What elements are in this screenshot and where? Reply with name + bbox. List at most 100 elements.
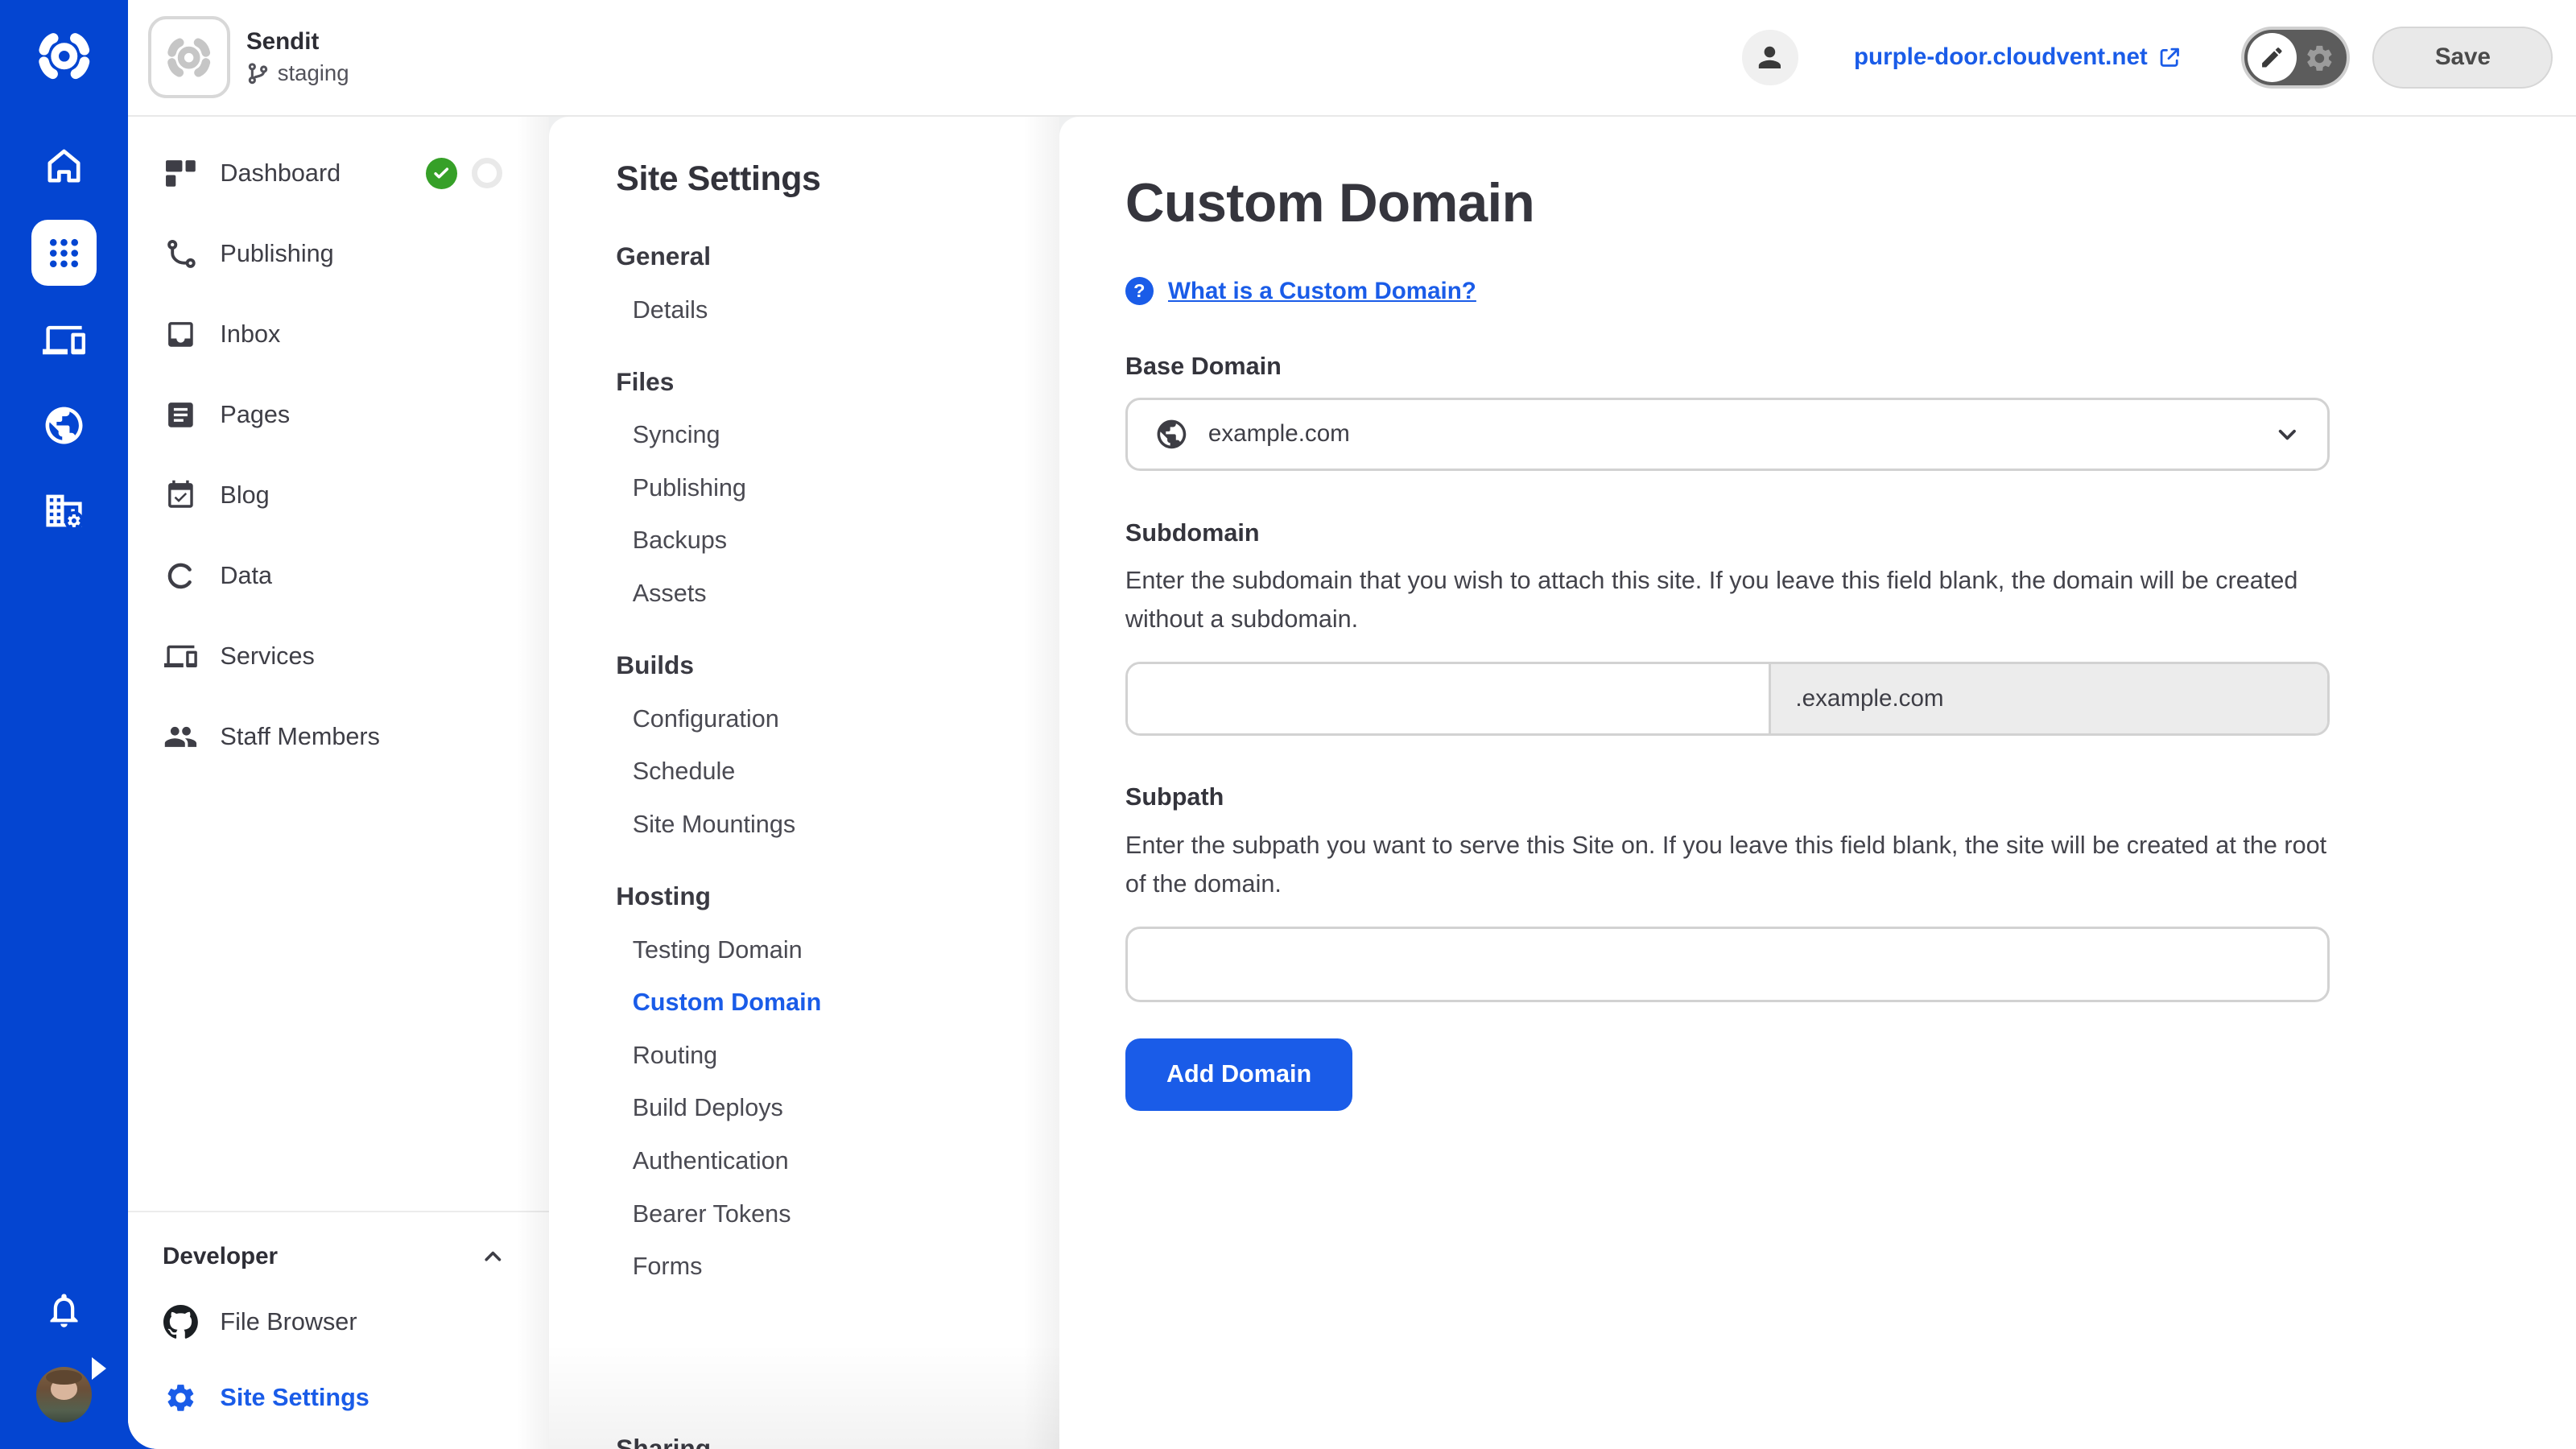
main-panel: Custom Domain ? What is a Custom Domain?… [1059,117,2576,1449]
settings-item-syncing[interactable]: Syncing [616,421,1059,449]
dashboard-status [426,158,503,189]
settings-item-configuration[interactable]: Configuration [616,705,1059,733]
help-link[interactable]: What is a Custom Domain? [1168,278,1476,305]
help-row: ? What is a Custom Domain? [1125,277,2510,305]
gear-icon [163,1381,199,1414]
sidebar-item-data[interactable]: Data [128,535,548,616]
settings-item-details[interactable]: Details [616,296,1059,324]
settings-group-label: General [616,242,1059,271]
sidebar-item-label: Data [220,562,272,590]
sidebar-item-dashboard[interactable]: Dashboard [128,133,548,213]
subdomain-description: Enter the subdomain that you wish to att… [1125,562,2330,639]
sidebar-item-staff-members[interactable]: Staff Members [128,696,548,777]
settings-item-schedule[interactable]: Schedule [616,758,1059,786]
apps-icon[interactable] [31,220,97,286]
subpath-label: Subpath [1125,783,2510,811]
settings-group-label: Hosting [616,881,1059,911]
subdomain-input[interactable] [1128,664,1769,733]
calendar-check-icon [163,479,199,512]
sidebar-item-blog[interactable]: Blog [128,455,548,535]
settings-item-publishing[interactable]: Publishing [616,474,1059,502]
sidebar-item-label: Dashboard [220,159,341,188]
subdomain-label: Subdomain [1125,519,2510,547]
expand-arrow-icon[interactable] [92,1357,106,1380]
subpath-input[interactable] [1125,927,2330,1002]
top-header: Sendit staging purple-door.cloudvent.net [128,0,2576,117]
page-title: Custom Domain [1125,172,2510,234]
pages-icon [163,398,199,431]
base-domain-label: Base Domain [1125,353,2510,381]
subdomain-input-group: .example.com [1125,662,2330,736]
sidebar-item-label: Site Settings [220,1384,369,1412]
sidebar-item-inbox[interactable]: Inbox [128,294,548,374]
sidebar-item-label: File Browser [220,1308,357,1336]
sidebar-item-site-settings[interactable]: Site Settings [128,1360,548,1436]
settings-item-bearer-tokens[interactable]: Bearer Tokens [616,1200,1059,1228]
settings-item-custom-domain[interactable]: Custom Domain [616,989,1059,1017]
settings-item-site-mountings[interactable]: Site Mountings [616,811,1059,839]
git-merge-icon [163,237,199,270]
settings-group-general: General Details [616,242,1059,324]
user-avatar[interactable] [36,1367,92,1422]
account-person-icon[interactable] [1742,30,1798,85]
synced-check-icon [426,158,457,189]
settings-item-routing[interactable]: Routing [616,1042,1059,1070]
rail-nav [31,134,97,542]
cloudcannon-logo-icon[interactable] [31,23,97,89]
settings-nav-title: Site Settings [616,159,1059,199]
sidebar-item-publishing[interactable]: Publishing [128,213,548,294]
notifications-bell-icon[interactable] [43,1290,85,1331]
site-preview-globe-icon[interactable] [31,394,97,457]
site-logo [148,16,230,98]
inbox-icon [163,318,199,351]
sidebar-item-label: Publishing [220,240,333,268]
sidebar-item-label: Inbox [220,320,280,349]
sidebar-item-pages[interactable]: Pages [128,374,548,455]
settings-group-hosting: Hosting Testing Domain Custom Domain Rou… [616,881,1059,1281]
base-domain-select[interactable]: example.com [1125,398,2330,472]
header-right: purple-door.cloudvent.net Save [1742,27,2553,89]
settings-item-assets[interactable]: Assets [616,580,1059,608]
branch-name: staging [278,60,349,86]
preview-url-link[interactable]: purple-door.cloudvent.net [1854,43,2182,71]
settings-item-testing-domain[interactable]: Testing Domain [616,936,1059,964]
sidebar-item-services[interactable]: Services [128,616,548,696]
site-name: Sendit [246,28,349,56]
add-domain-button[interactable]: Add Domain [1125,1038,1352,1111]
settings-gear-icon[interactable] [2304,43,2335,80]
developer-section-toggle[interactable]: Developer [128,1229,548,1285]
settings-group-label: Files [616,367,1059,397]
sidebar-item-file-browser[interactable]: File Browser [128,1285,548,1360]
people-icon [163,720,199,754]
globe-icon [1154,417,1189,452]
settings-item-build-deploys[interactable]: Build Deploys [616,1094,1059,1122]
organization-icon[interactable] [31,480,97,543]
settings-item-backups[interactable]: Backups [616,526,1059,555]
subdomain-suffix: .example.com [1769,664,2327,733]
github-icon [163,1305,199,1340]
app-rail [0,0,128,1449]
preview-url-text: purple-door.cloudvent.net [1854,43,2148,71]
sidebar-item-label: Staff Members [220,723,379,751]
devices-icon[interactable] [31,309,97,372]
editor-mode-toggle[interactable] [2241,27,2350,89]
settings-group-sharing-cutoff: Sharing [616,1434,711,1449]
content-column: Sendit staging purple-door.cloudvent.net [128,0,2576,1449]
main-row: Dashboard Publishing [128,117,2576,1449]
pending-ring-icon [472,158,502,188]
branch-row: staging [246,60,349,86]
base-domain-value: example.com [1208,420,1350,448]
rail-bottom [36,1290,92,1422]
external-link-icon [2157,45,2182,70]
edit-pencil-icon[interactable] [2248,33,2297,82]
settings-item-authentication[interactable]: Authentication [616,1147,1059,1175]
app-root: Sendit staging purple-door.cloudvent.net [0,0,2576,1449]
developer-section-title: Developer [163,1243,278,1270]
settings-item-forms[interactable]: Forms [616,1253,1059,1281]
sidebar-item-label: Pages [220,401,290,429]
home-icon[interactable] [31,134,97,197]
save-button[interactable]: Save [2372,27,2553,89]
data-arc-icon [163,559,199,592]
chevron-up-icon [480,1244,506,1270]
chevron-down-icon [2273,420,2301,448]
